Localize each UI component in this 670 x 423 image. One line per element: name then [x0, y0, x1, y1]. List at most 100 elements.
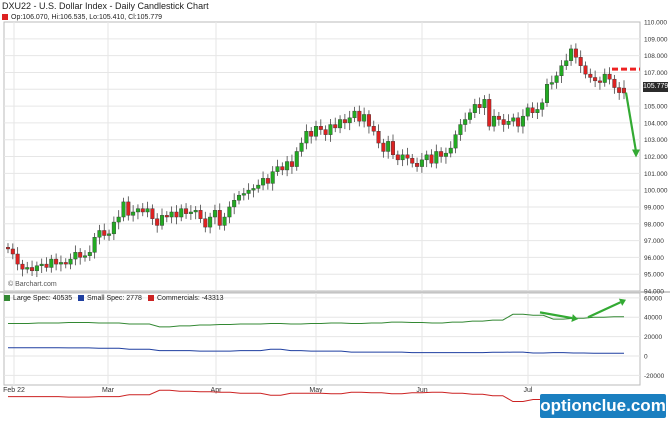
cot-tick-label: 0 — [644, 353, 648, 360]
candle — [299, 142, 304, 152]
price-tick-label: 109.000 — [644, 36, 668, 43]
candle — [516, 117, 521, 127]
candle — [477, 104, 482, 108]
candle — [198, 210, 203, 219]
candle — [468, 112, 473, 120]
candle — [155, 218, 160, 226]
candle — [328, 124, 333, 135]
candle — [352, 110, 357, 119]
price-tick-label: 104.000 — [644, 120, 668, 127]
candle — [39, 263, 44, 266]
legend-commercials: Commercials: -43313 — [148, 295, 224, 302]
candle — [453, 134, 458, 149]
price-tick-label: 96.000 — [644, 255, 664, 262]
candle — [400, 154, 405, 161]
candle — [116, 216, 121, 223]
candle — [492, 115, 497, 127]
candle — [371, 126, 376, 132]
candle — [184, 208, 189, 214]
candle — [607, 73, 612, 80]
price-tick-label: 100.000 — [644, 188, 668, 195]
optionclue-logo[interactable]: optionclue.com — [540, 394, 666, 418]
candle — [559, 65, 564, 77]
cot-tick-label: 60000 — [644, 295, 662, 302]
price-tick-label: 99.000 — [644, 204, 664, 211]
candle — [63, 262, 68, 265]
candle — [256, 184, 261, 189]
cot-panel-frame — [3, 292, 641, 386]
candle — [246, 189, 251, 194]
candle — [164, 215, 169, 218]
candle — [545, 84, 550, 103]
candle — [236, 194, 241, 201]
candle — [107, 233, 112, 236]
candle — [535, 109, 540, 113]
candle — [617, 87, 622, 93]
legend-large-spec: Large Spec: 40535 — [4, 295, 72, 302]
candle — [588, 73, 593, 78]
candle — [169, 211, 174, 218]
candle — [121, 201, 126, 218]
price-tick-label: 98.000 — [644, 221, 664, 228]
candle — [82, 255, 87, 258]
candle — [569, 48, 574, 61]
candle — [68, 258, 73, 265]
candle — [501, 119, 506, 125]
candle — [405, 154, 410, 159]
price-tick-label: 105.000 — [644, 104, 668, 111]
candle — [5, 247, 10, 250]
candle — [458, 124, 463, 135]
candle — [429, 154, 434, 164]
candle — [554, 75, 559, 83]
candle — [309, 131, 314, 137]
price-tick-label: 102.000 — [644, 154, 668, 161]
legend-swatch-small — [78, 295, 84, 301]
x-tick-label: Jul — [524, 387, 533, 394]
candle — [126, 201, 131, 216]
price-tick-label: 107.000 — [644, 70, 668, 77]
candle — [511, 117, 516, 122]
candle — [323, 129, 328, 135]
last-price-label: 105.779 — [643, 82, 669, 92]
candle — [102, 230, 107, 236]
candle — [203, 218, 208, 228]
candle — [496, 115, 501, 120]
candle — [73, 252, 78, 260]
candle — [376, 131, 381, 144]
candle — [251, 188, 256, 191]
candle — [285, 161, 290, 171]
candle — [174, 211, 179, 218]
candle — [472, 104, 477, 113]
price-tick-label: 103.000 — [644, 137, 668, 144]
candle — [145, 208, 150, 213]
candle — [265, 178, 270, 184]
candle — [275, 166, 280, 172]
candle — [424, 154, 429, 161]
candle — [314, 126, 319, 137]
cot-tick-label: -20000 — [644, 373, 665, 380]
credit-label: © Barchart.com — [8, 281, 57, 288]
candlestick-chart[interactable]: 94.00095.00096.00097.00098.00099.000100.… — [0, 0, 670, 423]
legend-small-spec: Small Spec: 2778 — [78, 295, 142, 302]
candle — [217, 210, 222, 226]
candle — [150, 208, 155, 219]
candle — [391, 141, 396, 156]
candle — [97, 230, 102, 238]
candle — [415, 163, 420, 167]
candle — [602, 73, 607, 83]
x-tick-label: Mar — [102, 387, 115, 394]
candle — [87, 252, 92, 256]
candle — [439, 151, 444, 157]
candle — [506, 120, 511, 125]
candle — [487, 99, 492, 127]
candle — [131, 211, 136, 216]
candle — [333, 124, 338, 129]
candle — [304, 131, 309, 144]
candle-last — [622, 87, 627, 94]
candle — [482, 99, 487, 108]
candle — [549, 82, 554, 85]
candle — [540, 102, 545, 110]
candle — [241, 193, 246, 196]
candle — [289, 161, 294, 167]
candle — [92, 236, 97, 253]
